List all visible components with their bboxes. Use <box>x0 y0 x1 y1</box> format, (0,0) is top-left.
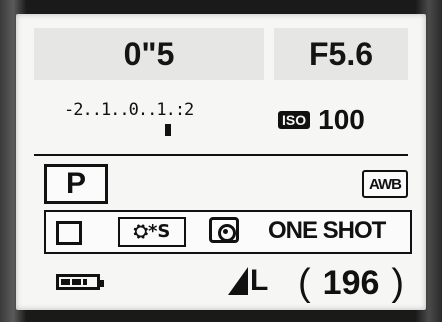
lcd-screen: 0"5 F5.6 -2..1..0..1.:2 ISO 100 P AWB ⛭*… <box>16 14 426 310</box>
exposure-needle <box>165 124 171 136</box>
af-mode-value: ONE SHOT <box>268 217 386 244</box>
section-divider <box>34 154 408 156</box>
shutter-speed-display[interactable]: 0"5 <box>34 28 264 80</box>
battery-icon <box>56 274 104 290</box>
single-shot-icon[interactable] <box>56 221 82 245</box>
af-mode[interactable]: ONE SHOT <box>268 217 386 245</box>
shutter-speed-value: 0"5 <box>123 35 175 72</box>
picture-style-value: ⛭*S <box>133 221 171 242</box>
image-quality[interactable]: L <box>228 264 268 298</box>
aperture-value: F5.6 <box>308 35 374 72</box>
white-balance-value: AWB <box>369 175 402 193</box>
aperture-display[interactable]: F5.6 <box>274 28 408 80</box>
settings-row: ⛭*S ONE SHOT <box>44 210 412 254</box>
shooting-mode-value: P <box>65 167 86 200</box>
paren-left: ( <box>298 262 311 304</box>
iso-label: ISO <box>278 111 311 129</box>
white-balance[interactable]: AWB <box>362 170 408 198</box>
iso-display[interactable]: ISO 100 <box>278 104 365 136</box>
iso-value: 100 <box>318 104 365 135</box>
paren-right: ) <box>391 262 405 304</box>
shots-remaining-value: 196 <box>322 264 380 302</box>
exposure-meter[interactable]: -2..1..0..1.:2 <box>64 98 254 140</box>
picture-style[interactable]: ⛭*S <box>118 217 186 247</box>
shots-remaining: ( 196 ) <box>298 262 404 305</box>
quality-value: L <box>250 264 269 297</box>
exposure-scale: -2..1..0..1.:2 <box>64 100 194 120</box>
shooting-mode[interactable]: P <box>44 164 108 204</box>
quality-large-icon <box>228 267 248 295</box>
battery-fill <box>61 279 87 285</box>
evaluative-metering-icon[interactable] <box>209 217 239 243</box>
